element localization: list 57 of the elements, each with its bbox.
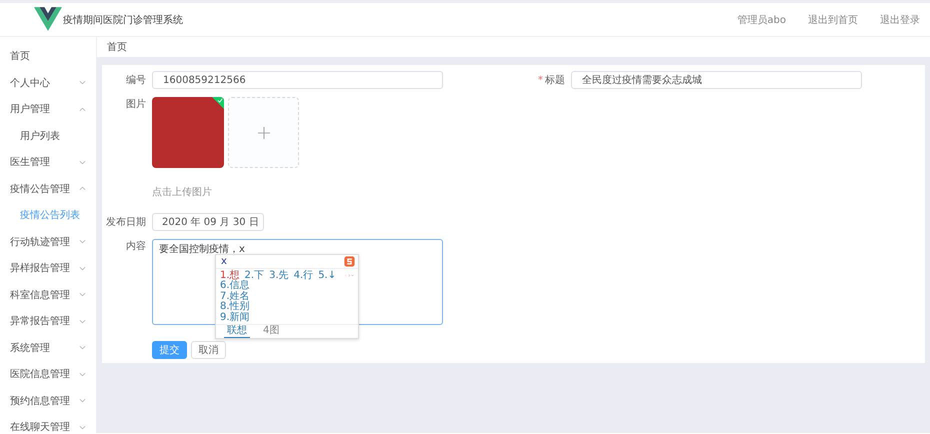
sidebar-item[interactable]: 行动轨迹管理 [0, 228, 96, 255]
input-field[interactable]: 全民度过疫情需要众志成城 [571, 71, 862, 89]
ime-candidate[interactable]: 6.信息 [216, 281, 358, 292]
ime-candidate[interactable]: 4.行 [294, 270, 314, 281]
ime-candidate[interactable]: 7.姓名 [216, 292, 358, 302]
sidebar-item[interactable]: 在线聊天管理 [0, 414, 96, 434]
sidebar-item[interactable]: 科室信息管理 [0, 282, 96, 308]
app-title: 疫情期间医院门诊管理系统 [63, 14, 183, 26]
chevron-down-icon [79, 372, 86, 377]
ime-tab[interactable]: 联想 [224, 325, 250, 338]
sidebar-item[interactable]: 用户管理 [0, 96, 96, 122]
breadcrumb[interactable]: 首页 [107, 40, 127, 54]
required-mark: * [538, 75, 543, 86]
plus-icon [258, 126, 270, 138]
chevron-down-icon [79, 292, 86, 298]
header-link[interactable]: 退出登录 [880, 12, 920, 26]
ime-candidate[interactable]: 1.想 [220, 270, 240, 281]
field-label: 编号 [125, 74, 147, 87]
cancel-button[interactable]: 取消 [191, 341, 226, 359]
sidebar-item[interactable]: 系统管理 [0, 334, 96, 361]
chevron-down-icon [79, 160, 86, 165]
ime-tab[interactable]: 4图 [260, 325, 282, 338]
upload-box[interactable] [228, 97, 299, 168]
sidebar-subitem[interactable]: 用户列表 [0, 122, 96, 149]
chevron-down-icon [79, 345, 86, 350]
field-label: 图片 [125, 98, 147, 111]
chevron-up-icon [79, 106, 86, 112]
chevron-down-icon [79, 80, 86, 86]
sidebar-item[interactable]: 疫情公告管理 [0, 176, 96, 202]
sidebar-item[interactable]: 个人中心 [0, 70, 96, 96]
chevron-down-icon [79, 398, 86, 404]
chevron-down-icon [79, 318, 86, 324]
chevron-down-icon [79, 424, 86, 430]
ime-candidate[interactable]: 5.↓ [318, 270, 336, 281]
chevron-down-icon [79, 266, 86, 271]
ime-candidate[interactable]: 8.性别 [216, 302, 358, 312]
sidebar-item[interactable]: 首页 [0, 43, 96, 70]
ime-input-text: x [221, 256, 227, 267]
input-field[interactable]: 1600859212566 [152, 71, 443, 89]
v-logo-icon [34, 6, 62, 32]
field-label: 发布日期 [105, 216, 147, 229]
sidebar-item[interactable]: 医生管理 [0, 149, 96, 176]
header-link[interactable]: 退出到首页 [808, 12, 858, 26]
field-label: * 标题 [537, 74, 566, 87]
ime-candidate[interactable]: 2.下 [244, 270, 264, 281]
upload-hint: 点击上传图片 [152, 186, 213, 199]
sidebar-item[interactable]: 异常报告管理 [0, 308, 96, 334]
chevron-up-icon [79, 186, 86, 192]
ime-candidate[interactable]: 3.先 [269, 270, 289, 281]
ime-candidate[interactable]: 9.新闻 [216, 312, 358, 323]
sidebar-item[interactable]: 异样报告管理 [0, 255, 96, 282]
sidebar-item[interactable]: 预约信息管理 [0, 388, 96, 414]
header-link[interactable]: 管理员abo [737, 12, 786, 26]
chevron-down-icon [79, 239, 86, 244]
sidebar-item[interactable]: 医院信息管理 [0, 361, 96, 388]
field-label: 内容 [125, 240, 147, 253]
date-field[interactable]: 2020 年 09 月 30 日 [152, 213, 264, 231]
